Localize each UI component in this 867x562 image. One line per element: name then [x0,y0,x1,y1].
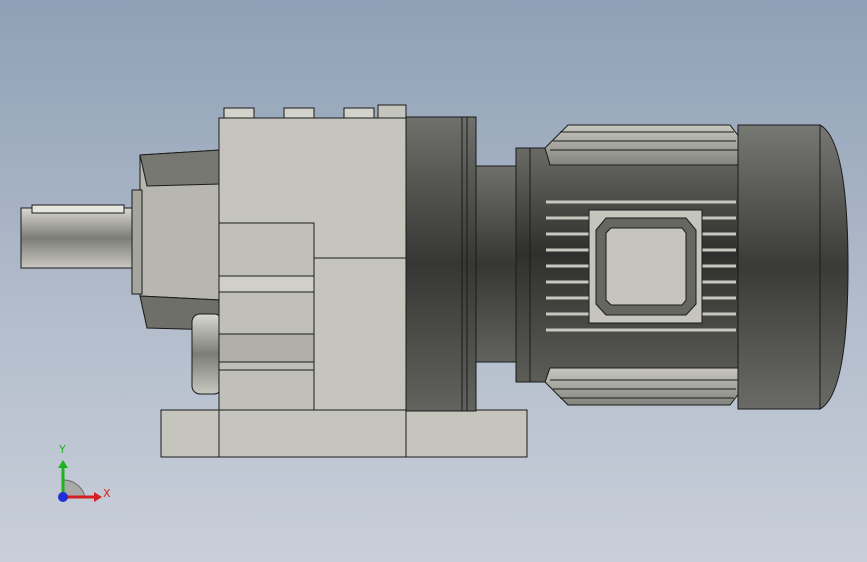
gear-housing[interactable] [218,104,407,411]
output-shaft[interactable] [20,204,138,269]
cooling-fins-top [544,124,741,166]
motor-body[interactable] [515,124,741,406]
x-axis-label: X [103,487,111,500]
x-axis-arrowhead [94,492,102,502]
axis-triad [58,460,102,502]
housing-rib [343,107,375,119]
3d-viewport[interactable]: Y X [0,0,867,562]
z-axis-dot [58,492,68,502]
cooling-fins-bottom [544,367,741,406]
mounting-foot[interactable] [160,409,528,458]
gear-boss [191,313,223,395]
fan-cover[interactable] [737,124,849,410]
housing-rib [223,107,255,119]
y-axis-label: Y [59,443,66,456]
output-flange [131,149,221,331]
gear-motor-model[interactable] [0,0,867,562]
y-axis-arrowhead [58,460,68,468]
motor-adapter-flange [405,116,519,412]
terminal-box[interactable] [588,209,703,324]
housing-rib [283,107,315,119]
shaft-key [31,204,125,214]
